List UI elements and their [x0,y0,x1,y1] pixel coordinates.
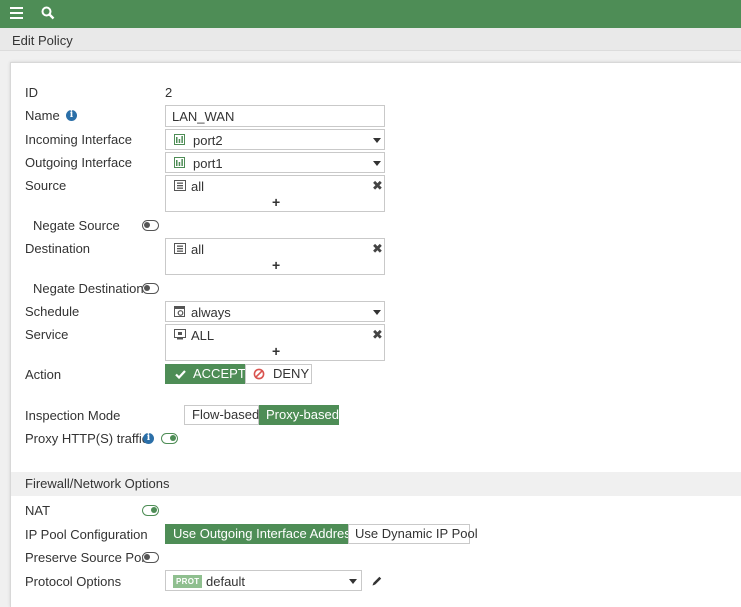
action-deny-button[interactable]: DENY [245,364,312,384]
incoming-interface-value: port2 [193,133,223,148]
service-field[interactable]: ALL ✖ + [165,324,385,361]
schedule-label: Schedule [25,304,80,319]
source-field[interactable]: all ✖ + [165,175,385,212]
prot-badge: PROT [173,575,203,588]
preserve-source-port-toggle[interactable] [142,552,159,563]
destination-field[interactable]: all ✖ + [165,238,385,275]
search-icon[interactable] [41,6,55,20]
deny-icon [253,368,265,380]
schedule-icon [174,306,185,317]
firewall-network-options-header: Firewall/Network Options [11,472,741,496]
service-label: Service [25,327,69,342]
negate-destination-toggle[interactable] [142,283,159,294]
service-icon [174,329,186,340]
section-title: Firewall/Network Options [25,476,170,491]
add-service-button[interactable]: + [272,343,280,359]
preserve-source-port-label: Preserve Source Port [25,550,150,565]
inspection-proxy-based-button[interactable]: Proxy-based [259,405,339,425]
nat-label: NAT [25,503,51,518]
info-icon[interactable]: i [66,110,77,121]
chevron-down-icon [373,310,381,315]
add-destination-button[interactable]: + [272,257,280,273]
menu-icon[interactable] [10,6,23,20]
protocol-options-select[interactable]: PROT default [165,570,362,591]
chevron-down-icon [373,138,381,143]
remove-icon[interactable]: ✖ [372,327,383,343]
negate-source-label: Negate Source [33,218,120,233]
inspection-flow-based-button[interactable]: Flow-based [184,405,259,425]
name-input-value: LAN_WAN [172,109,235,124]
protocol-options-label: Protocol Options [25,574,122,589]
nat-toggle[interactable] [142,505,159,516]
edit-policy-form: ID 2 Name i LAN_WAN Incoming Interface p… [10,62,741,607]
source-label: Source [25,178,67,193]
proxy-https-label: Proxy HTTP(S) traffic [25,431,149,446]
info-icon[interactable]: i [143,433,154,444]
remove-icon[interactable]: ✖ [372,178,383,194]
name-label: Name [25,108,60,123]
action-deny-label: DENY [273,366,310,381]
outgoing-interface-select[interactable]: port1 [165,152,385,173]
chevron-down-icon [373,161,381,166]
source-value: all [191,179,205,194]
destination-label: Destination [25,241,91,256]
id-label: ID [25,85,38,100]
action-label: Action [25,367,62,382]
action-accept-button[interactable]: ACCEPT [165,364,246,384]
add-source-button[interactable]: + [272,194,280,210]
interface-port-icon [174,157,185,168]
address-icon [174,180,186,191]
action-accept-label: ACCEPT [193,366,246,381]
ip-pool-label: IP Pool Configuration [25,527,148,542]
ip-pool-dynamic-button[interactable]: Use Dynamic IP Pool [348,524,478,544]
id-value: 2 [165,85,173,100]
destination-value: all [191,242,205,257]
outgoing-interface-label: Outgoing Interface [25,155,132,170]
chevron-down-icon [349,579,357,584]
outgoing-interface-value: port1 [193,156,223,171]
incoming-interface-label: Incoming Interface [25,132,132,147]
page-title: Edit Policy [0,28,741,51]
interface-port-icon [174,134,185,145]
incoming-interface-select[interactable]: port2 [165,129,385,150]
inspection-mode-label: Inspection Mode [25,408,121,423]
proxy-https-toggle[interactable] [161,433,178,444]
ip-pool-outgoing-interface-button[interactable]: Use Outgoing Interface Address [165,524,357,544]
check-icon [175,370,186,379]
protocol-options-value: default [206,574,246,589]
edit-pencil-icon[interactable] [371,575,383,587]
name-input[interactable]: LAN_WAN [165,105,385,127]
schedule-value: always [191,305,231,320]
negate-destination-label: Negate Destination [33,281,144,296]
top-bar [0,0,741,28]
remove-icon[interactable]: ✖ [372,241,383,257]
schedule-select[interactable]: always [165,301,385,322]
service-value: ALL [191,328,215,343]
address-icon [174,243,186,254]
negate-source-toggle[interactable] [142,220,159,231]
